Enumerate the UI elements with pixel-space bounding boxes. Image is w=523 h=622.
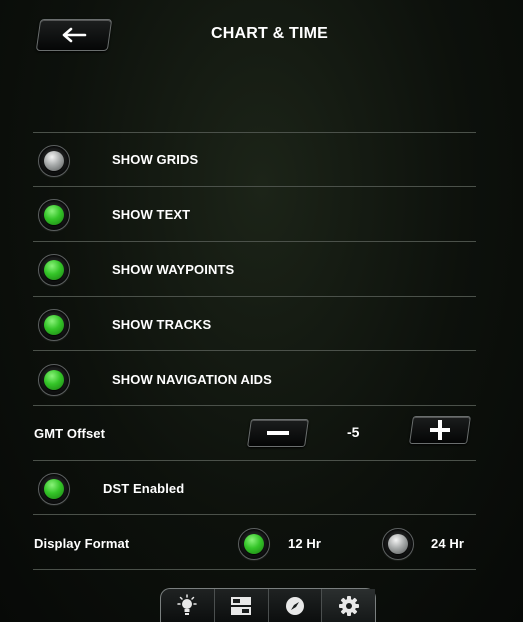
divider: [33, 350, 476, 351]
tab-compass[interactable]: [269, 589, 323, 622]
panels-icon: [231, 596, 252, 615]
gear-icon: [338, 595, 359, 616]
divider: [33, 241, 476, 242]
show-text-toggle[interactable]: [38, 199, 70, 231]
plus-icon: [430, 420, 450, 440]
minus-icon: [267, 431, 289, 435]
show-waypoints-label: SHOW WAYPOINTS: [112, 262, 235, 277]
divider: [33, 132, 476, 133]
page-title: CHART & TIME: [210, 25, 329, 42]
toggle-knob: [388, 534, 408, 554]
format-12hr-label: 12 Hr: [288, 536, 322, 551]
gmt-offset-label: GMT Offset: [34, 426, 106, 441]
divider: [33, 514, 476, 515]
toggle-knob: [44, 479, 64, 499]
show-tracks-toggle[interactable]: [38, 309, 70, 341]
format-24hr-label: 24 Hr: [431, 536, 465, 551]
divider: [33, 296, 476, 297]
show-waypoints-toggle[interactable]: [38, 254, 70, 286]
show-navigation-aids-toggle[interactable]: [38, 364, 70, 396]
gmt-increase-button[interactable]: [409, 416, 471, 444]
toggle-knob: [44, 315, 64, 335]
tab-panels[interactable]: [215, 589, 269, 622]
toggle-knob: [44, 151, 64, 171]
show-grids-toggle[interactable]: [38, 145, 70, 177]
display-format-label: Display Format: [34, 536, 130, 551]
toggle-knob: [44, 260, 64, 280]
divider: [33, 405, 476, 406]
lightbulb-icon: [177, 593, 198, 615]
show-tracks-label: SHOW TRACKS: [112, 317, 212, 332]
gmt-offset-value: -5: [347, 424, 360, 440]
format-12hr-radio[interactable]: [238, 528, 270, 560]
show-text-label: SHOW TEXT: [112, 207, 191, 222]
compass-icon: [285, 596, 304, 615]
tab-settings[interactable]: [322, 589, 375, 622]
divider: [33, 569, 476, 570]
divider: [33, 460, 476, 461]
toggle-knob: [44, 370, 64, 390]
toggle-knob: [44, 205, 64, 225]
show-navigation-aids-label: SHOW NAVIGATION AIDS: [112, 372, 272, 387]
divider: [33, 186, 476, 187]
chart-time-settings-screen: CHART & TIME SHOW GRIDS SHOW TEXT SHOW W…: [0, 0, 523, 622]
tab-lighting[interactable]: [161, 589, 215, 622]
dst-enabled-toggle[interactable]: [38, 473, 70, 505]
toggle-knob: [244, 534, 264, 554]
format-24hr-radio[interactable]: [382, 528, 414, 560]
gmt-decrease-button[interactable]: [247, 419, 309, 447]
dst-enabled-label: DST Enabled: [103, 481, 185, 496]
show-grids-label: SHOW GRIDS: [112, 152, 199, 167]
bottom-tab-bar: [160, 588, 376, 622]
